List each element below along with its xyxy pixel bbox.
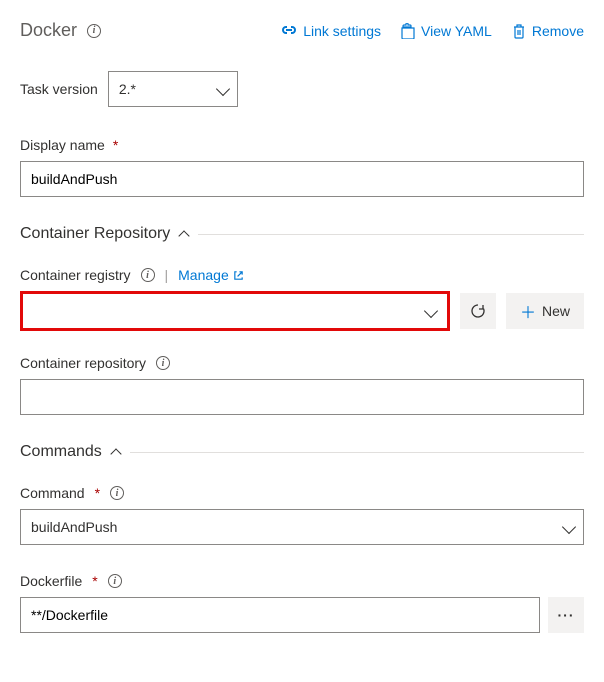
- manage-link[interactable]: Manage: [178, 267, 244, 283]
- container-repository-input[interactable]: [20, 379, 584, 415]
- section-divider: [130, 452, 584, 453]
- display-name-input[interactable]: [20, 161, 584, 197]
- required-marker: *: [92, 573, 97, 589]
- header-actions: Link settings View YAML Remove: [281, 23, 584, 39]
- required-marker: *: [95, 485, 100, 501]
- command-value: buildAndPush: [31, 519, 117, 535]
- remove-label: Remove: [532, 23, 584, 39]
- trash-icon: [512, 23, 526, 39]
- task-version-value: 2.*: [119, 81, 136, 97]
- refresh-button[interactable]: [460, 293, 496, 329]
- link-icon: [281, 24, 297, 38]
- clipboard-icon: [401, 23, 415, 39]
- info-icon[interactable]: i: [156, 356, 170, 370]
- chevron-up-icon: [110, 448, 121, 459]
- command-select[interactable]: buildAndPush: [20, 509, 584, 545]
- link-settings-label: Link settings: [303, 23, 381, 39]
- view-yaml-label: View YAML: [421, 23, 492, 39]
- task-title: Docker i: [20, 20, 101, 41]
- dockerfile-label: Dockerfile: [20, 573, 82, 589]
- display-name-field: Display name *: [20, 137, 584, 197]
- info-icon[interactable]: i: [110, 486, 124, 500]
- separator: |: [165, 267, 169, 283]
- section-container-repository-title: Container Repository: [20, 225, 170, 243]
- container-registry-row: ＋ New: [20, 291, 584, 331]
- refresh-icon: [470, 303, 486, 319]
- info-icon[interactable]: i: [87, 24, 101, 38]
- task-title-text: Docker: [20, 20, 77, 41]
- remove-button[interactable]: Remove: [512, 23, 584, 39]
- chevron-up-icon: [179, 230, 190, 241]
- command-label: Command: [20, 485, 85, 501]
- container-repository-label: Container repository: [20, 355, 146, 371]
- task-version-row: Task version 2.*: [20, 71, 584, 107]
- ellipsis-icon: ···: [558, 607, 575, 623]
- plus-icon: ＋: [520, 299, 536, 323]
- required-marker: *: [113, 137, 118, 153]
- new-label: New: [542, 303, 570, 319]
- link-settings-button[interactable]: Link settings: [281, 23, 381, 39]
- container-repository-field: Container repository i: [20, 355, 584, 415]
- manage-label: Manage: [178, 267, 229, 283]
- section-commands-title: Commands: [20, 443, 102, 461]
- container-registry-select[interactable]: [20, 291, 450, 331]
- section-divider: [198, 234, 584, 235]
- section-commands[interactable]: Commands: [20, 443, 584, 461]
- dockerfile-field: Dockerfile * i ···: [20, 573, 584, 633]
- task-version-label: Task version: [20, 81, 98, 97]
- info-icon[interactable]: i: [108, 574, 122, 588]
- info-icon[interactable]: i: [141, 268, 155, 282]
- display-name-label: Display name: [20, 137, 105, 153]
- browse-button[interactable]: ···: [548, 597, 584, 633]
- container-registry-label-row: Container registry i | Manage: [20, 267, 584, 283]
- task-header: Docker i Link settings View YAML Remove: [20, 20, 584, 41]
- view-yaml-button[interactable]: View YAML: [401, 23, 492, 39]
- command-field: Command * i buildAndPush: [20, 485, 584, 545]
- section-container-repository[interactable]: Container Repository: [20, 225, 584, 243]
- new-button[interactable]: ＋ New: [506, 293, 584, 329]
- external-link-icon: [233, 270, 244, 281]
- container-registry-label: Container registry: [20, 267, 131, 283]
- dockerfile-input[interactable]: [20, 597, 540, 633]
- task-version-select[interactable]: 2.*: [108, 71, 238, 107]
